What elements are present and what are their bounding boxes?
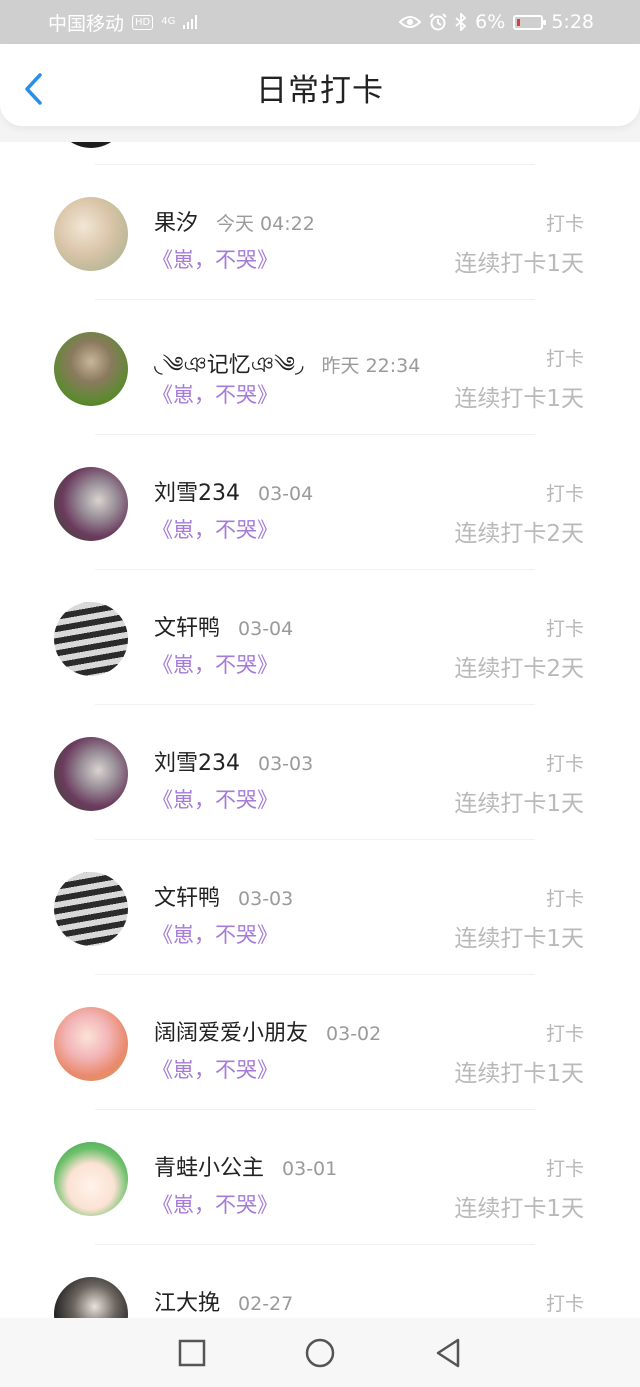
user-name[interactable]: 刘雪234 [154,745,240,777]
status-bar: 中国移动 HD 4G 6% 5:28 [0,0,640,44]
clock: 5:28 [551,11,594,33]
book-title[interactable]: 《崽，不哭》 [152,244,278,274]
home-button[interactable] [304,1337,336,1369]
book-title[interactable]: 《崽，不哭》 [152,1054,278,1084]
streak-label: 连续打卡1天 [454,386,584,412]
list-item[interactable]: 刘雪234 03-03 《崽，不哭》 打卡 连续打卡1天 [0,705,640,840]
list-item[interactable]: 文轩鸭 03-04 《崽，不哭》 打卡 连续打卡2天 [0,570,640,705]
avatar[interactable] [54,142,128,148]
user-name[interactable]: 刘雪234 [154,475,240,507]
list-item[interactable]: ◟༄ঞ记忆ঞ༄◞ 昨天 22:34 《崽，不哭》 打卡 连续打卡1天 [0,300,640,435]
checkin-time: 03-02 [326,1023,382,1045]
user-name[interactable]: 文轩鸭 [154,610,220,642]
checkin-time: 02-27 [238,1293,294,1315]
user-name[interactable]: 阔阔爱爱小朋友 [154,1015,308,1047]
list-item[interactable]: 刘雪234 03-04 《崽，不哭》 打卡 连续打卡2天 [0,435,640,570]
triangle-back-icon [436,1338,460,1367]
streak-label: 连续打卡2天 [454,521,584,547]
checkin-action-label: 打卡 [545,753,584,775]
list-item[interactable]: 文轩鸭 03-03 《崽，不哭》 打卡 连续打卡1天 [0,840,640,975]
user-name[interactable]: 果汐 [154,205,198,237]
checkin-list[interactable]: 果汐 今天 04:22 《崽，不哭》 打卡 连续打卡1天 ◟༄ঞ记忆ঞ༄◞ 昨天… [0,142,640,1318]
hd-badge: HD [132,14,154,30]
page-title: 日常打卡 [256,73,384,109]
avatar[interactable] [54,197,128,271]
alarm-icon [429,13,447,31]
avatar[interactable] [54,1142,128,1216]
avatar[interactable] [54,602,128,676]
book-title[interactable]: 《崽，不哭》 [152,514,278,544]
book-title[interactable]: 《崽，不哭》 [152,1189,278,1219]
list-item[interactable]: 江大挽 02-27 打卡 [0,1245,640,1318]
avatar[interactable] [54,737,128,811]
checkin-action-label: 打卡 [545,1023,584,1045]
streak-label: 连续打卡1天 [454,1061,584,1087]
streak-label: 连续打卡2天 [454,656,584,682]
user-name[interactable]: 江大挽 [154,1285,220,1317]
avatar[interactable] [54,1007,128,1081]
checkin-action-label: 打卡 [545,1158,584,1180]
streak-label: 连续打卡1天 [454,1196,584,1222]
recents-button[interactable] [176,1337,208,1369]
user-name[interactable]: 文轩鸭 [154,880,220,912]
book-title[interactable]: 《崽，不哭》 [152,784,278,814]
checkin-time: 03-01 [282,1158,338,1180]
avatar[interactable] [54,332,128,406]
list-item[interactable]: 阔阔爱爱小朋友 03-02 《崽，不哭》 打卡 连续打卡1天 [0,975,640,1110]
book-title[interactable]: 《崽，不哭》 [152,649,278,679]
checkin-time: 今天 04:22 [216,213,315,235]
checkin-action-label: 打卡 [545,483,584,505]
square-icon [178,1339,206,1366]
checkin-action-label: 打卡 [545,888,584,910]
checkin-time: 昨天 22:34 [321,355,421,377]
streak-label: 连续打卡1天 [454,791,584,817]
battery-percent: 6% [475,11,506,33]
list-item[interactable]: 青蛙小公主 03-01 《崽，不哭》 打卡 连续打卡1天 [0,1110,640,1245]
checkin-time: 03-04 [238,618,294,640]
list-item[interactable]: 果汐 今天 04:22 《崽，不哭》 打卡 连续打卡1天 [0,165,640,300]
checkin-time: 03-03 [258,753,314,775]
avatar[interactable] [54,467,128,541]
checkin-action-label: 打卡 [545,618,584,640]
book-title[interactable]: 《崽，不哭》 [152,379,278,409]
checkin-time: 03-03 [238,888,294,910]
eye-icon [399,16,422,28]
battery-icon [513,14,547,30]
streak-label: 连续打卡1天 [454,926,584,952]
streak-label: 连续打卡1天 [454,251,584,277]
carrier-label: 中国移动 [48,12,125,35]
system-nav-bar [0,1318,640,1387]
app-header: 日常打卡 [0,44,640,126]
checkin-time: 03-04 [258,483,314,505]
checkin-action-label: 打卡 [545,213,584,235]
checkin-action-label: 打卡 [545,348,584,370]
avatar[interactable] [54,1277,128,1318]
book-title[interactable]: 《崽，不哭》 [152,919,278,949]
user-name[interactable]: 青蛙小公主 [154,1150,264,1182]
bluetooth-icon [455,13,467,31]
back-nav-button[interactable] [432,1337,464,1369]
avatar[interactable] [54,872,128,946]
circle-icon [305,1338,335,1367]
signal-icon [183,15,198,29]
checkin-action-label: 打卡 [545,1293,584,1315]
network-type: 4G [161,16,176,27]
